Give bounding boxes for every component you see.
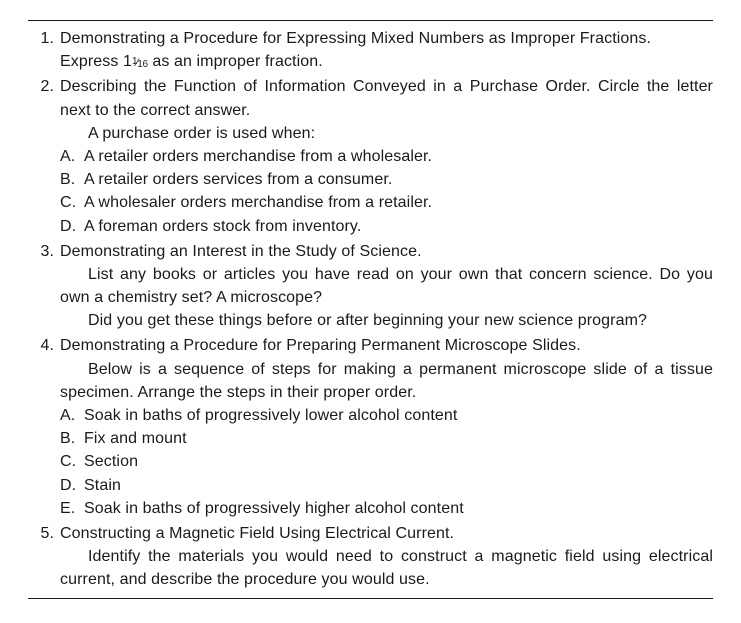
text-fragment: Express bbox=[60, 53, 123, 70]
question-title: Constructing a Magnetic Field Using Elec… bbox=[60, 522, 713, 545]
choice-item: C.Section bbox=[60, 450, 713, 473]
question-body: Demonstrating a Procedure for Preparing … bbox=[60, 334, 713, 520]
choice-item: A.Soak in baths of progressively lower a… bbox=[60, 404, 713, 427]
choice-text: Stain bbox=[84, 474, 121, 497]
choice-label: D. bbox=[60, 215, 84, 238]
choice-text: A wholesaler orders merchandise from a r… bbox=[84, 191, 432, 214]
question-line: Express 11⁄16 as an improper fraction. bbox=[60, 50, 713, 73]
choice-item: D.Stain bbox=[60, 474, 713, 497]
document-page: 1. Demonstrating a Procedure for Express… bbox=[0, 0, 741, 623]
choice-text: A foreman orders stock from inventory. bbox=[84, 215, 361, 238]
choice-text: A retailer orders services from a consum… bbox=[84, 168, 392, 191]
question-number: 2. bbox=[28, 75, 60, 237]
question-item: 3. Demonstrating an Interest in the Stud… bbox=[28, 240, 713, 333]
choice-label: B. bbox=[60, 168, 84, 191]
choice-list: A.A retailer orders merchandise from a w… bbox=[60, 145, 713, 238]
question-item: 5. Constructing a Magnetic Field Using E… bbox=[28, 522, 713, 592]
question-paragraph: List any books or articles you have read… bbox=[60, 263, 713, 309]
question-item: 2. Describing the Function of Informatio… bbox=[28, 75, 713, 237]
choice-list: A.Soak in baths of progressively lower a… bbox=[60, 404, 713, 520]
choice-text: A retailer orders merchandise from a who… bbox=[84, 145, 432, 168]
question-title: Demonstrating a Procedure for Expressing… bbox=[60, 27, 713, 50]
whole-part: 1 bbox=[123, 53, 132, 70]
question-paragraph: Identify the materials you would need to… bbox=[60, 545, 713, 591]
fraction-denominator: 16 bbox=[137, 59, 148, 70]
question-title: Demonstrating a Procedure for Preparing … bbox=[60, 334, 713, 357]
question-stem: A purchase order is used when: bbox=[60, 122, 713, 145]
question-number: 4. bbox=[28, 334, 60, 520]
question-title: Demonstrating an Interest in the Study o… bbox=[60, 240, 713, 263]
question-list: 1. Demonstrating a Procedure for Express… bbox=[28, 27, 713, 592]
choice-item: A.A retailer orders merchandise from a w… bbox=[60, 145, 713, 168]
choice-text: Soak in baths of progressively lower alc… bbox=[84, 404, 457, 427]
choice-label: A. bbox=[60, 404, 84, 427]
choice-label: E. bbox=[60, 497, 84, 520]
question-title: Describing the Function of Information C… bbox=[60, 75, 713, 121]
choice-label: C. bbox=[60, 191, 84, 214]
choice-item: B.A retailer orders services from a cons… bbox=[60, 168, 713, 191]
question-body: Constructing a Magnetic Field Using Elec… bbox=[60, 522, 713, 592]
choice-label: D. bbox=[60, 474, 84, 497]
mixed-number: 11⁄16 bbox=[123, 53, 148, 70]
question-body: Demonstrating a Procedure for Expressing… bbox=[60, 27, 713, 73]
choice-label: B. bbox=[60, 427, 84, 450]
choice-text: Soak in baths of progressively higher al… bbox=[84, 497, 464, 520]
question-item: 4. Demonstrating a Procedure for Prepari… bbox=[28, 334, 713, 520]
question-body: Demonstrating an Interest in the Study o… bbox=[60, 240, 713, 333]
choice-text: Fix and mount bbox=[84, 427, 187, 450]
choice-item: D.A foreman orders stock from inventory. bbox=[60, 215, 713, 238]
choice-item: C.A wholesaler orders merchandise from a… bbox=[60, 191, 713, 214]
bottom-rule bbox=[28, 598, 713, 599]
text-fragment: as an improper fraction. bbox=[148, 53, 323, 70]
question-paragraph: Did you get these things before or after… bbox=[60, 309, 713, 332]
top-rule bbox=[28, 20, 713, 21]
question-number: 1. bbox=[28, 27, 60, 73]
question-body: Describing the Function of Information C… bbox=[60, 75, 713, 237]
choice-text: Section bbox=[84, 450, 138, 473]
question-item: 1. Demonstrating a Procedure for Express… bbox=[28, 27, 713, 73]
question-number: 3. bbox=[28, 240, 60, 333]
choice-label: A. bbox=[60, 145, 84, 168]
question-paragraph: Below is a sequence of steps for making … bbox=[60, 358, 713, 404]
choice-item: E.Soak in baths of progressively higher … bbox=[60, 497, 713, 520]
choice-label: C. bbox=[60, 450, 84, 473]
choice-item: B.Fix and mount bbox=[60, 427, 713, 450]
question-number: 5. bbox=[28, 522, 60, 592]
